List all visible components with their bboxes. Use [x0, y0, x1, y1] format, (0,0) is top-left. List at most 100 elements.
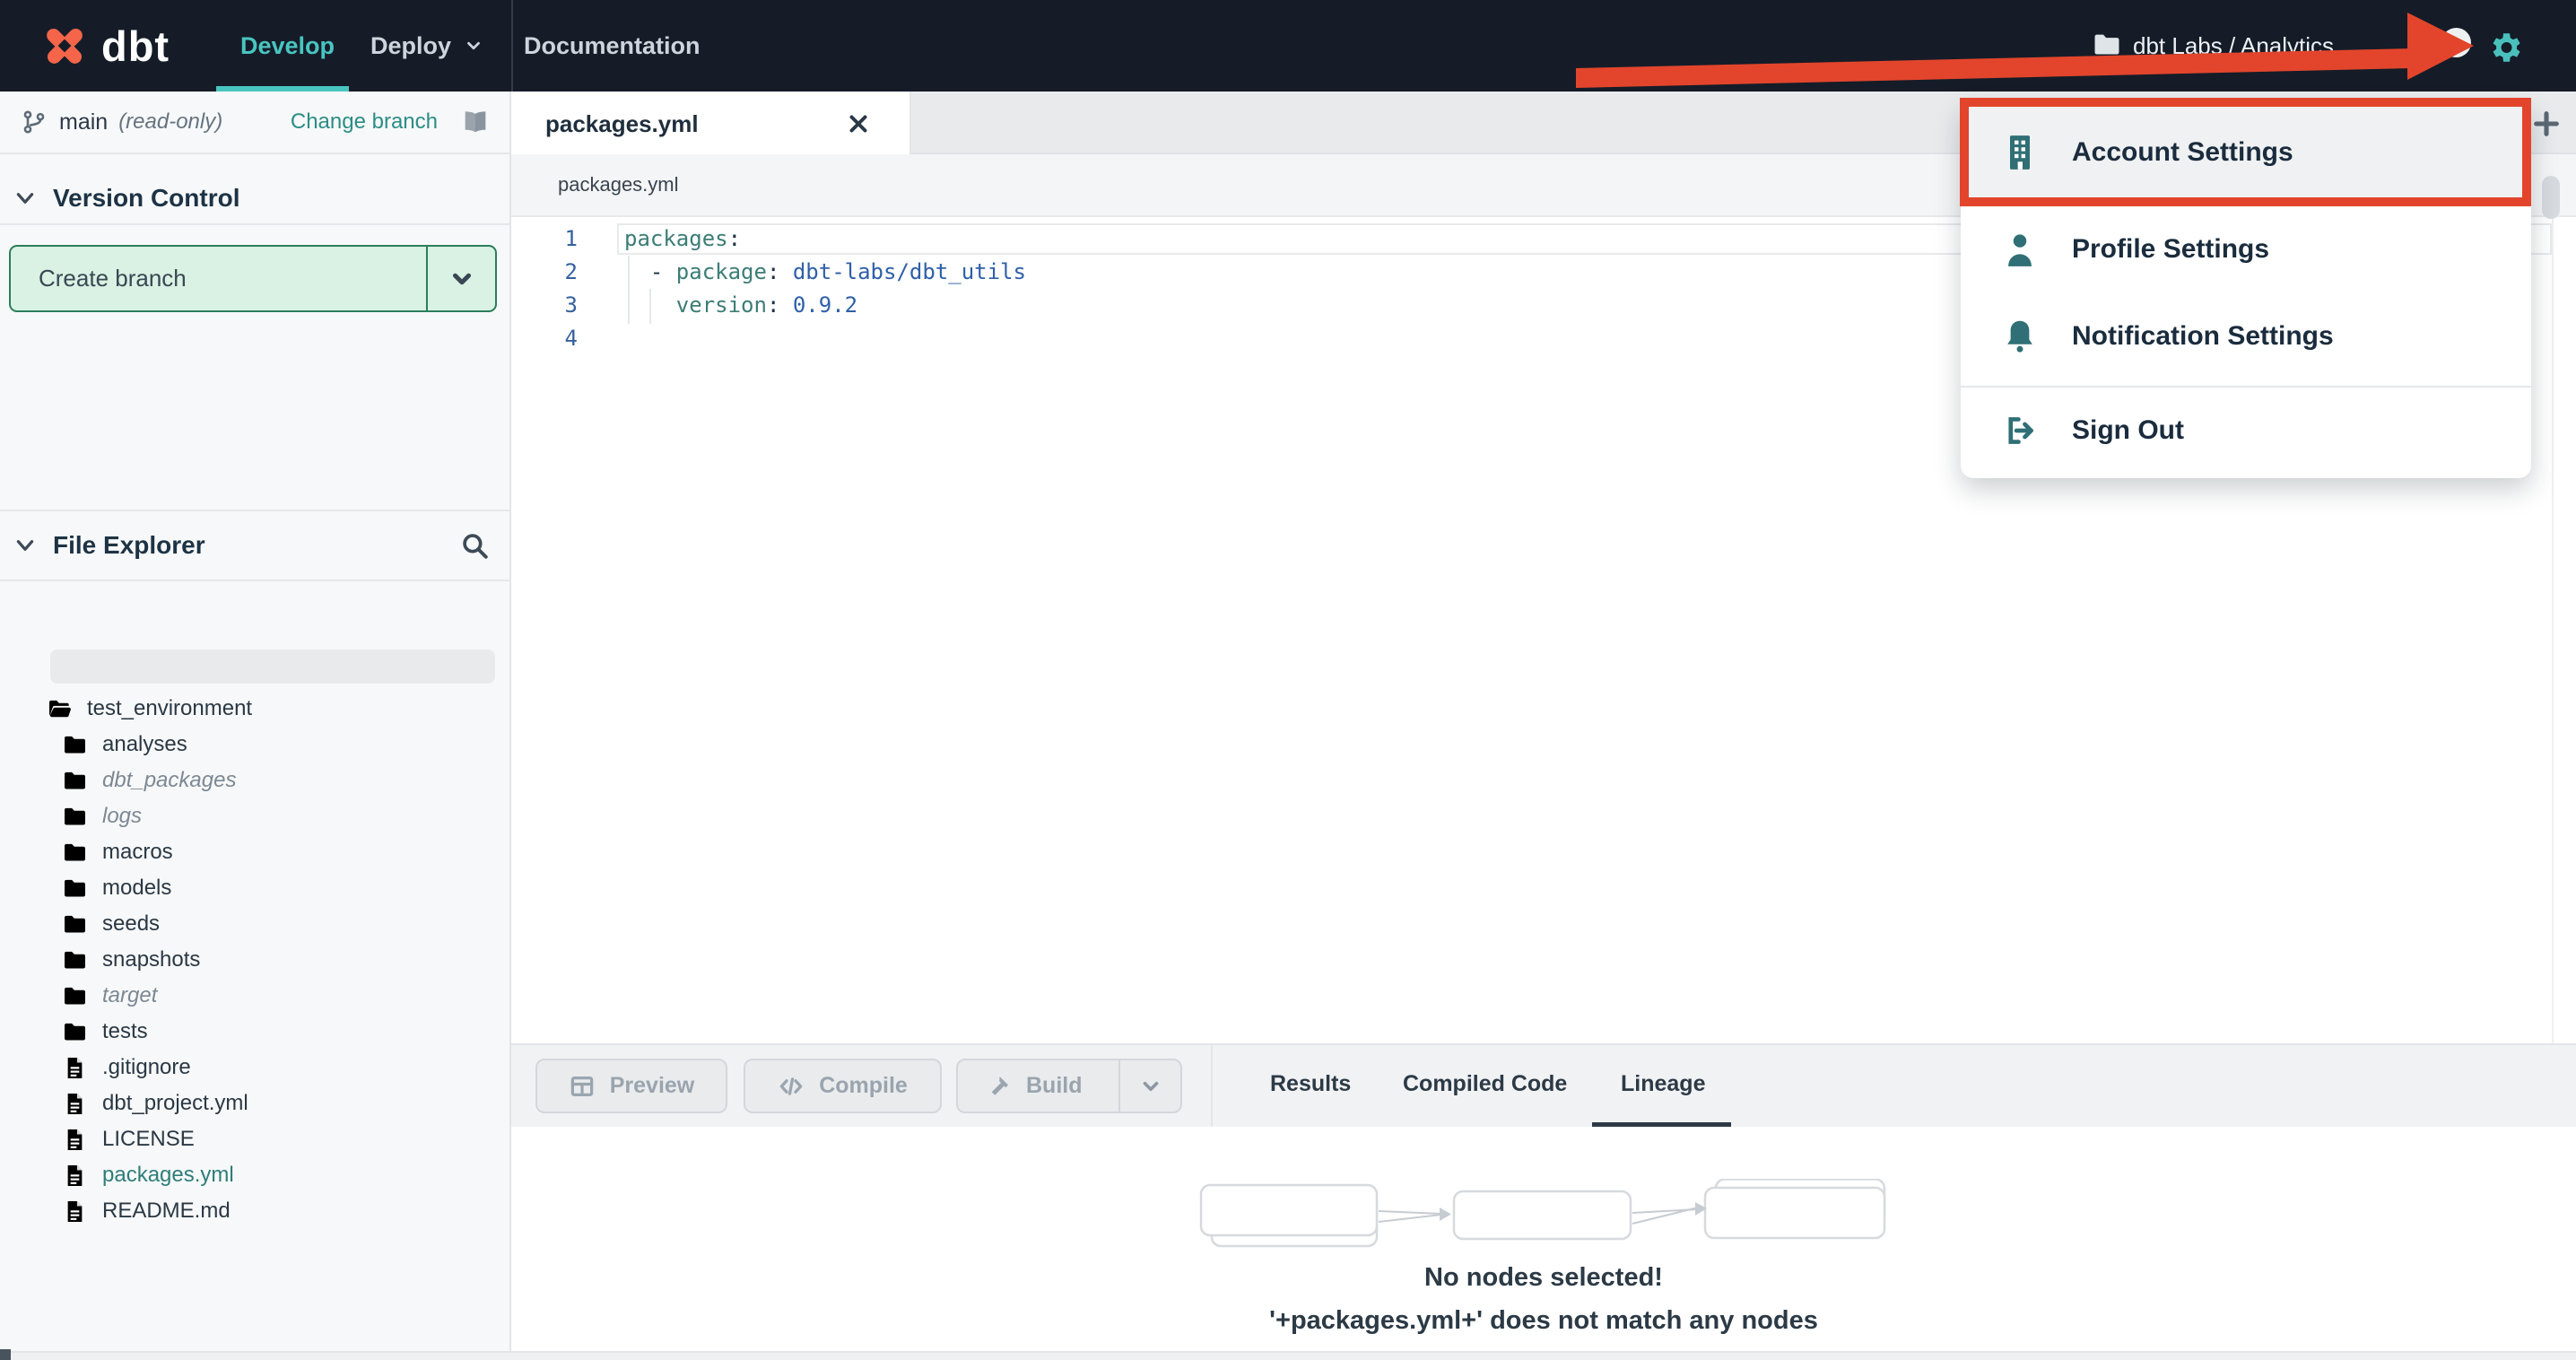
new-tab-plus-icon[interactable] [2531, 109, 2562, 139]
help-icon[interactable] [2441, 28, 2471, 57]
file-icon [62, 1055, 88, 1081]
chevron-down-icon [13, 187, 37, 210]
tab-results[interactable]: Results [1270, 1045, 1351, 1122]
tree-item-folder[interactable]: models [0, 870, 509, 906]
docs-book-icon[interactable] [457, 107, 493, 137]
dbt-brand[interactable]: dbt [101, 22, 170, 71]
lineage-empty-subtitle: '+packages.yml+' does not match any node… [1269, 1306, 1818, 1335]
line-number: 2 [564, 258, 578, 284]
tree-item-folder[interactable]: dbt_packages [0, 763, 509, 798]
menu-item-sign-out[interactable]: Sign Out [1961, 388, 2531, 474]
tree-item-folder[interactable]: tests [0, 1014, 509, 1050]
file-icon [62, 1199, 88, 1225]
tree-item-folder[interactable]: macros [0, 834, 509, 870]
tree-item-folder[interactable]: seeds [0, 906, 509, 942]
tree-item-folder[interactable]: logs [0, 798, 509, 834]
tab-lineage[interactable]: Lineage [1621, 1045, 1705, 1122]
chevron-down-icon [448, 266, 475, 292]
actionbar-divider [1211, 1045, 1213, 1129]
compile-button[interactable]: Compile [744, 1059, 942, 1113]
menu-item-profile-settings[interactable]: Profile Settings [1961, 206, 2531, 292]
table-icon [569, 1073, 596, 1100]
close-icon[interactable] [845, 110, 872, 137]
dbt-logo-icon[interactable] [37, 20, 92, 72]
project-breadcrumb[interactable]: dbt Labs / Analytics [2133, 0, 2334, 92]
file-search-button[interactable] [459, 511, 490, 580]
tree-item-file[interactable]: .gitignore [0, 1050, 509, 1085]
editor-scrollbar-track [2552, 217, 2554, 1043]
chevron-down-icon [1139, 1075, 1162, 1098]
gear-icon[interactable] [2486, 29, 2524, 66]
code-icon [778, 1073, 805, 1100]
branch-row: main (read-only) Change branch [0, 92, 509, 154]
tree-item-file[interactable]: LICENSE [0, 1121, 509, 1157]
folder-icon [62, 911, 88, 937]
line-number: 1 [564, 225, 578, 251]
menu-item-notification-settings[interactable]: Notification Settings [1961, 292, 2531, 381]
sidebar: main (read-only) Change branch Version C… [0, 92, 511, 1360]
sign-out-icon [2003, 411, 2037, 450]
line-number: 3 [564, 292, 578, 318]
tree-item-file-selected[interactable]: packages.yml [0, 1157, 509, 1193]
version-control-title: Version Control [53, 183, 240, 212]
editor-scrollbar-thumb[interactable] [2542, 176, 2560, 219]
line-number: 4 [564, 325, 578, 351]
tree-item-folder[interactable]: target [0, 978, 509, 1014]
file-explorer-header[interactable]: File Explorer [0, 510, 509, 581]
building-icon [2003, 133, 2037, 172]
account-settings-menu: Account Settings Profile Settings Notifi… [1960, 98, 2531, 478]
create-branch-caret[interactable] [426, 247, 495, 310]
branch-name: main [59, 109, 109, 135]
nav-deploy[interactable]: Deploy [370, 0, 483, 92]
tree-item-file[interactable]: README.md [0, 1193, 509, 1229]
project-folder-icon [2090, 30, 2124, 60]
file-icon [62, 1091, 88, 1117]
folder-icon [62, 768, 88, 794]
build-button[interactable]: Build [956, 1059, 1182, 1113]
bottom-scrollbar-thumb[interactable] [0, 1349, 11, 1360]
folder-icon [62, 1019, 88, 1045]
change-branch-link[interactable]: Change branch [291, 109, 438, 135]
navbar-divider [511, 0, 513, 92]
tree-item-folder[interactable]: snapshots [0, 942, 509, 978]
bell-icon [2003, 317, 2037, 356]
folder-icon [62, 804, 88, 830]
tab-compiled-code[interactable]: Compiled Code [1403, 1045, 1567, 1122]
search-icon [459, 530, 490, 561]
build-options-caret[interactable] [1118, 1060, 1180, 1112]
hammer-icon [985, 1073, 1012, 1100]
folder-icon [62, 983, 88, 1009]
file-icon [62, 1163, 88, 1189]
tree-item-folder[interactable]: test_environment [0, 691, 509, 727]
tree-item-folder[interactable]: analyses [0, 727, 509, 763]
chevron-down-icon [13, 534, 37, 557]
create-branch-button[interactable]: Create branch [9, 245, 497, 312]
version-control-header[interactable]: Version Control [0, 172, 509, 225]
menu-item-account-settings[interactable]: Account Settings [1960, 98, 2531, 206]
action-bar: Preview Compile Build Results Compiled C… [511, 1043, 2576, 1129]
git-branch-icon [22, 109, 47, 135]
tree-item-file[interactable]: dbt_project.yml [0, 1085, 509, 1121]
nav-develop[interactable]: Develop [240, 0, 335, 92]
branch-mode: (read-only) [118, 109, 223, 134]
bottom-scrollbar-track [0, 1351, 2576, 1360]
preview-button[interactable]: Preview [535, 1059, 727, 1113]
lineage-panel: No nodes selected! '+packages.yml+' does… [511, 1127, 2576, 1351]
nav-documentation[interactable]: Documentation [524, 0, 701, 92]
user-icon [2003, 230, 2037, 269]
dbt-cloud-ide: dbt Develop Deploy Documentation dbt Lab… [0, 0, 2576, 1360]
file-icon [62, 1127, 88, 1153]
folder-icon [62, 732, 88, 758]
tab-packages-yml[interactable]: packages.yml [511, 92, 911, 156]
folder-icon [62, 947, 88, 973]
folder-icon [62, 876, 88, 902]
file-explorer-title: File Explorer [53, 531, 205, 559]
breadcrumb-filename: packages.yml [558, 173, 679, 196]
folder-icon [62, 840, 88, 866]
selected-file-highlight [50, 649, 495, 684]
lineage-ghost-diagram [1199, 1179, 1886, 1248]
chevron-down-icon [464, 36, 483, 56]
folder-open-icon [47, 696, 73, 722]
top-navbar: dbt Develop Deploy Documentation dbt Lab… [0, 0, 2576, 92]
lineage-empty-title: No nodes selected! [1424, 1263, 1663, 1292]
